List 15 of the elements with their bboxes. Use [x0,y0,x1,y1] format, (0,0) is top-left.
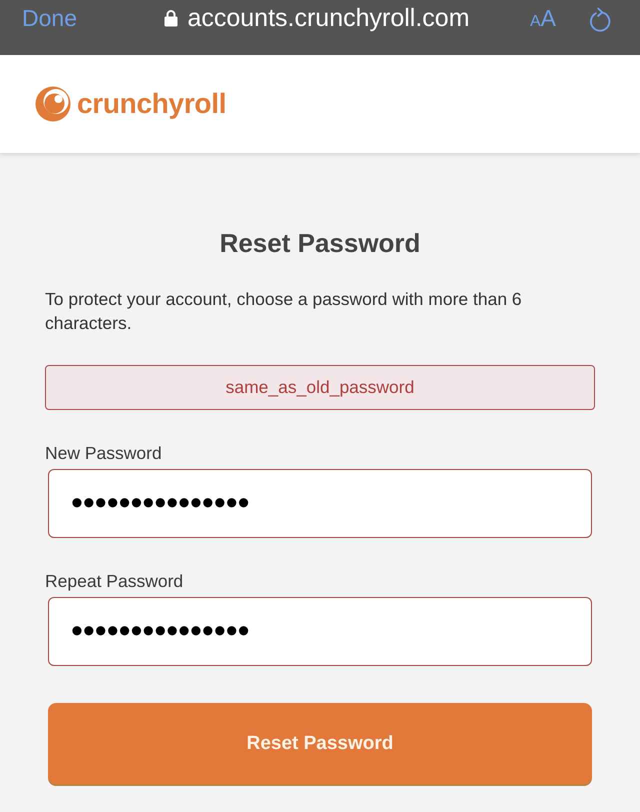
intro-text: To protect your account, choose a password with more than 6 characters. [45,288,523,335]
reload-icon[interactable] [588,6,612,34]
lock-icon [164,9,178,27]
page-title: Reset Password [218,228,422,259]
done-button[interactable]: Done [22,3,77,33]
url-text[interactable]: accounts.crunchyroll.com [187,3,470,33]
field-label: New Password [45,442,163,465]
reset-password-button[interactable]: Reset Password [48,703,592,784]
password-field[interactable]: ••••••••••••••• [48,597,592,666]
error-message: same_as_old_password [45,365,595,410]
text-size-button[interactable]: AA [530,3,556,37]
field-label: Repeat Password [45,570,184,593]
password-field[interactable]: ••••••••••••••• [48,469,592,538]
logo-icon[interactable] [35,86,71,122]
logo-wordmark[interactable]: crunchyroll [77,88,226,120]
